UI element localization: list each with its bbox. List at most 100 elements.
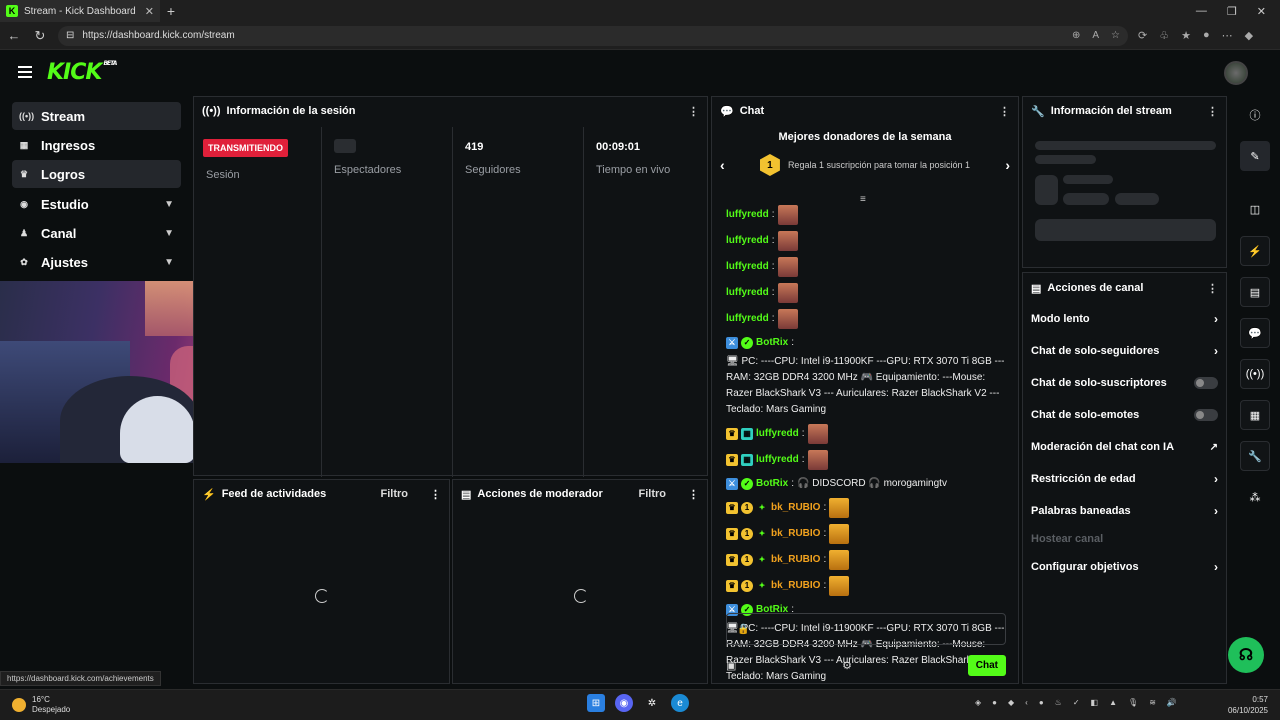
extensions-icon[interactable]: ⟳ bbox=[1138, 29, 1147, 42]
layout-icon[interactable]: ◫ bbox=[1240, 194, 1270, 224]
prev-arrow-icon[interactable]: ‹ bbox=[720, 157, 725, 173]
tray-icon[interactable]: ‹ bbox=[1025, 698, 1028, 707]
chat-username[interactable]: luffyredd bbox=[726, 233, 769, 249]
nvidia-icon[interactable]: ▲ bbox=[1109, 698, 1117, 707]
broadcast-icon[interactable]: ((•)) bbox=[1240, 359, 1270, 389]
zoom-icon[interactable]: ⊕ bbox=[1072, 30, 1080, 41]
mod-panel-icon[interactable]: ▦ bbox=[1240, 400, 1270, 430]
edit-icon[interactable]: ✎ bbox=[1240, 141, 1270, 171]
volume-icon[interactable]: 🔊 bbox=[1167, 698, 1177, 707]
kick-logo[interactable]: KICK BETA bbox=[47, 60, 117, 85]
tray-icon[interactable]: ● bbox=[1039, 698, 1044, 707]
wrench-icon[interactable]: 🔧 bbox=[1240, 441, 1270, 471]
tray-icon[interactable]: ● bbox=[992, 698, 997, 707]
lightning-icon[interactable]: ⚡ bbox=[1240, 236, 1270, 266]
crown-badge-icon: ♛ bbox=[726, 502, 738, 514]
favorite-star-icon[interactable]: ☆ bbox=[1111, 30, 1120, 41]
close-window-button[interactable]: ✕ bbox=[1257, 5, 1266, 18]
windows-start-icon[interactable]: ⊞ bbox=[587, 694, 605, 712]
channel-action-item[interactable]: Restricción de edad › bbox=[1023, 463, 1226, 495]
filter-button[interactable]: Filtro bbox=[639, 488, 667, 500]
store-icon[interactable]: ▣ bbox=[726, 659, 736, 672]
chat-username[interactable]: BotRix bbox=[756, 335, 788, 351]
read-aloud-icon[interactable]: A bbox=[1092, 30, 1099, 41]
chat-settings-icon[interactable]: ⚙ bbox=[842, 659, 852, 672]
chat-username[interactable]: bk_RUBIO bbox=[771, 500, 820, 516]
lock-icon: 🔒 bbox=[737, 623, 750, 635]
chat-username[interactable]: luffyredd bbox=[756, 452, 799, 468]
chat-username[interactable]: bk_RUBIO bbox=[771, 552, 820, 568]
windows-taskbar: 16°C Despejado ⊞ ◉ ✲ e ◈ ● ◆ ‹ ● ♨ ✓ ◧ ▲ … bbox=[0, 689, 1280, 720]
edge-icon[interactable]: e bbox=[671, 694, 689, 712]
weather-widget[interactable]: 16°C Despejado bbox=[12, 695, 70, 715]
back-icon[interactable]: ← bbox=[6, 28, 22, 43]
pinned-toggle-icon[interactable]: ≡ bbox=[860, 194, 866, 205]
more-options-icon[interactable]: ⋮ bbox=[688, 488, 699, 501]
more-options-icon[interactable]: ⋮ bbox=[430, 488, 441, 501]
clock-time: 0:57 bbox=[1252, 695, 1268, 704]
channel-action-item[interactable]: Modo lento › bbox=[1023, 303, 1226, 335]
copilot-icon[interactable]: ◆ bbox=[1245, 29, 1253, 42]
favorites-icon[interactable]: ★ bbox=[1181, 29, 1191, 42]
wifi-icon[interactable]: ≋ bbox=[1149, 698, 1156, 707]
sidebar-item-ingresos[interactable]: ▦ Ingresos bbox=[12, 131, 181, 159]
chevron-right-icon: › bbox=[1214, 344, 1218, 358]
channel-action-item[interactable]: Chat de solo-seguidores › bbox=[1023, 335, 1226, 367]
channel-action-item[interactable]: Chat de solo-suscriptores bbox=[1023, 367, 1226, 399]
channel-action-item[interactable]: Configurar objetivos › bbox=[1023, 551, 1226, 583]
close-tab-icon[interactable]: ✕ bbox=[145, 5, 154, 18]
sidebar-item-stream[interactable]: ((•)) Stream bbox=[12, 102, 181, 130]
new-tab-button[interactable]: + bbox=[160, 3, 182, 19]
more-options-icon[interactable]: ⋮ bbox=[688, 105, 699, 118]
support-chat-icon[interactable]: ☊ bbox=[1228, 637, 1264, 673]
user-avatar[interactable] bbox=[1224, 61, 1248, 85]
chat-username[interactable]: bk_RUBIO bbox=[771, 526, 820, 542]
reload-icon[interactable]: ↻ bbox=[32, 28, 48, 44]
more-options-icon[interactable]: ⋮ bbox=[1207, 282, 1218, 295]
chat-username[interactable]: bk_RUBIO bbox=[771, 578, 820, 594]
more-options-icon[interactable]: ⋮ bbox=[999, 105, 1010, 118]
menu-icon[interactable]: ⋯ bbox=[1222, 29, 1233, 42]
tray-icon[interactable]: ◧ bbox=[1091, 698, 1099, 707]
chat-bubble-icon[interactable]: 💬 bbox=[1240, 318, 1270, 348]
channel-action-item[interactable]: Palabras baneadas › bbox=[1023, 495, 1226, 527]
chat-username[interactable]: luffyredd bbox=[726, 207, 769, 223]
discord-icon[interactable]: ◉ bbox=[615, 694, 633, 712]
chat-username[interactable]: luffyredd bbox=[726, 311, 769, 327]
mic-icon[interactable]: 🎙 bbox=[1128, 698, 1138, 707]
next-arrow-icon[interactable]: › bbox=[1005, 157, 1010, 173]
sidebar-item-ajustes[interactable]: ✿ Ajustes ▼ bbox=[12, 248, 181, 276]
tray-icon[interactable]: ◆ bbox=[1008, 698, 1014, 707]
chat-input[interactable]: 🔒 bbox=[726, 613, 1006, 645]
sidebar-item-logros[interactable]: ♛ Logros bbox=[12, 160, 181, 188]
tray-icon[interactable]: ◈ bbox=[975, 698, 981, 707]
chat-username[interactable]: luffyredd bbox=[726, 259, 769, 275]
taskbar-clock[interactable]: 0:57 06/10/2025 bbox=[1228, 694, 1268, 716]
channel-action-item[interactable]: Chat de solo-emotes bbox=[1023, 399, 1226, 431]
channel-action-item[interactable]: Moderación del chat con IA ↗ bbox=[1023, 431, 1226, 463]
filter-button[interactable]: Filtro bbox=[381, 488, 409, 500]
extension-icon[interactable]: ♧ bbox=[1159, 29, 1169, 42]
maximize-button[interactable]: ❐ bbox=[1227, 5, 1237, 18]
toggle-switch[interactable] bbox=[1194, 409, 1218, 421]
site-info-icon[interactable]: ⊟ bbox=[66, 30, 74, 41]
more-options-icon[interactable]: ⋮ bbox=[1207, 105, 1218, 118]
send-chat-button[interactable]: Chat bbox=[967, 654, 1006, 676]
tray-icon[interactable]: ✓ bbox=[1073, 698, 1080, 707]
toggle-switch[interactable] bbox=[1194, 377, 1218, 389]
browser-tab[interactable]: K Stream - Kick Dashboard ✕ bbox=[0, 0, 160, 22]
widgets-icon[interactable]: ⁂ bbox=[1240, 482, 1270, 512]
steelseries-icon[interactable]: ✲ bbox=[643, 694, 661, 712]
sidebar-item-canal[interactable]: ♟ Canal ▼ bbox=[12, 219, 181, 247]
profile-icon[interactable]: ● bbox=[1203, 29, 1210, 42]
chat-username[interactable]: luffyredd bbox=[726, 285, 769, 301]
chat-username[interactable]: luffyredd bbox=[756, 426, 799, 442]
sidebar-item-estudio[interactable]: ◉ Estudio ▼ bbox=[12, 190, 181, 218]
url-field[interactable]: ⊟ https://dashboard.kick.com/stream ⊕ A … bbox=[58, 25, 1128, 46]
info-icon[interactable]: ⓘ bbox=[1240, 100, 1270, 130]
steam-icon[interactable]: ♨ bbox=[1055, 698, 1062, 707]
chat-username[interactable]: BotRix bbox=[756, 476, 788, 492]
notes-icon[interactable]: ▤ bbox=[1240, 277, 1270, 307]
hamburger-menu-icon[interactable] bbox=[18, 66, 32, 78]
minimize-button[interactable]: — bbox=[1196, 5, 1207, 18]
